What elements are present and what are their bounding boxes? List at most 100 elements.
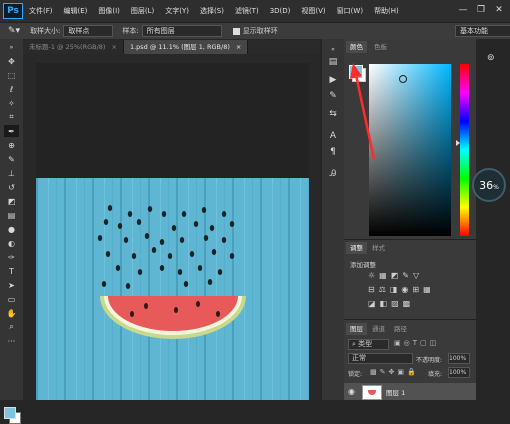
fill-label: 填充: <box>428 371 443 378</box>
show-ring-checkbox[interactable] <box>232 27 240 35</box>
menu-layer[interactable]: 图层(L) <box>131 6 154 16</box>
layer-name: 图层 1 <box>386 389 406 397</box>
opacity-input[interactable]: 100% <box>448 353 470 364</box>
tab-1-psd[interactable]: 1.psd @ 11.1% (图层 1, RGB/8) × <box>123 40 249 54</box>
gradient-tool-icon[interactable]: ▤ <box>4 209 19 221</box>
actions-panel-icon[interactable]: ▶ <box>326 73 340 87</box>
watermelon-illustration <box>36 178 309 400</box>
sample-select[interactable]: 所有图层 <box>141 25 222 37</box>
menu-edit[interactable]: 编辑(E) <box>64 6 88 16</box>
zoom-tool-icon[interactable]: ⌕ <box>4 321 19 333</box>
hand-tool-icon[interactable]: ✋ <box>4 307 19 319</box>
glyphs-panel-icon[interactable]: Ꭿ <box>326 167 340 181</box>
menu-help[interactable]: 帮助(H) <box>374 6 399 16</box>
lasso-tool-icon[interactable]: ℓ <box>4 83 19 95</box>
hue-slider-handle[interactable] <box>456 140 460 146</box>
eraser-tool-icon[interactable]: ◩ <box>4 195 19 207</box>
panel-collapse-icon[interactable]: » <box>4 41 19 53</box>
badge-unit: % <box>493 183 499 191</box>
brush-tool-icon[interactable]: ✎ <box>4 153 19 165</box>
options-bar: ✎▾ 取样大小: 取样点 样本: 所有图层 显示取样环 基本功能 <box>0 22 510 39</box>
rectangle-tool-icon[interactable]: ▭ <box>4 293 19 305</box>
tab-styles[interactable]: 样式 <box>368 242 389 254</box>
watermelon-image[interactable] <box>36 178 309 400</box>
tools-panel: » ✥ ⬚ ℓ ✧ ⌗ ✒ ⊕ ✎ ⊥ ↺ ◩ ▤ ● ◐ ✑ T ➤ ▭ ✋ … <box>0 39 23 424</box>
layer-thumbnail <box>362 385 382 400</box>
character-panel-icon[interactable]: A <box>326 129 340 143</box>
badge-value: 36 <box>479 178 494 192</box>
pen-tool-icon[interactable]: ✑ <box>4 251 19 263</box>
history-panel-icon[interactable]: ▤ <box>326 55 340 69</box>
sample-size-select[interactable]: 取样点 <box>63 25 114 37</box>
hue-slider[interactable] <box>460 64 469 236</box>
close-icon[interactable]: × <box>111 43 116 51</box>
document-canvas-dark[interactable] <box>36 63 309 178</box>
show-ring-label: 显示取样环 <box>242 27 278 35</box>
menu-view[interactable]: 视图(V) <box>301 6 325 16</box>
healing-tool-icon[interactable]: ⊕ <box>4 139 19 151</box>
panel-divider <box>344 239 476 240</box>
glasses-icon[interactable]: ⊚ <box>487 53 495 63</box>
layer-kind-label: 类型 <box>358 340 373 348</box>
right-strip: ⊚ <box>476 39 510 400</box>
tab-adjustments[interactable]: 调整 <box>346 242 367 254</box>
document-tabs: 未标题-1 @ 25%(RGB/8) × 1.psd @ 11.1% (图层 1,… <box>23 40 320 54</box>
tab-label: 未标题-1 @ 25%(RGB/8) <box>29 43 106 51</box>
blend-mode-select[interactable]: 正常 <box>348 353 413 364</box>
stamp-tool-icon[interactable]: ⊥ <box>4 167 19 179</box>
move-tool-icon[interactable]: ✥ <box>4 55 19 67</box>
close-window-button[interactable]: ✕ <box>492 3 506 17</box>
adjustment-icons-row-2[interactable]: ⊟⚖◨◉⊞▦ <box>368 285 435 294</box>
tab-color[interactable]: 颜色 <box>346 41 367 53</box>
foreground-color-swatch[interactable] <box>4 407 16 419</box>
color-field[interactable] <box>369 64 451 236</box>
tab-layers[interactable]: 图层 <box>346 323 367 335</box>
history-brush-icon[interactable]: ↺ <box>4 181 19 193</box>
adjustment-icons-row-1[interactable]: ☼▦◩✎▽ <box>368 271 423 280</box>
marquee-tool-icon[interactable]: ⬚ <box>4 69 19 81</box>
fill-input[interactable]: 100% <box>448 367 470 378</box>
panel-divider <box>344 319 476 320</box>
properties-panel-icon[interactable]: ⇆ <box>326 107 340 121</box>
menu-3d[interactable]: 3D(D) <box>270 7 291 15</box>
opacity-label: 不透明度: <box>416 357 443 364</box>
layer-filter-icons[interactable]: ▣◎T▢◫ <box>394 339 439 347</box>
eyedropper-tool-icon[interactable]: ✒ <box>4 125 19 137</box>
minimize-button[interactable]: — <box>456 3 470 17</box>
crop-tool-icon[interactable]: ⌗ <box>4 111 19 123</box>
paragraph-panel-icon[interactable]: ¶ <box>326 145 340 159</box>
menu-filter[interactable]: 滤镜(T) <box>235 6 259 16</box>
brush-panel-icon[interactable]: ✎ <box>326 89 340 103</box>
sample-label: 样本: <box>122 27 139 35</box>
restore-button[interactable]: ❐ <box>474 3 488 17</box>
tab-swatches[interactable]: 色板 <box>370 41 391 53</box>
layer-row[interactable]: ◉ 图层 1 <box>344 383 476 400</box>
lock-label: 锁定: <box>348 371 363 378</box>
blur-tool-icon[interactable]: ● <box>4 223 19 235</box>
lock-icons[interactable]: ▩✎✥▣🔒 <box>370 368 419 376</box>
menu-window[interactable]: 窗口(W) <box>337 6 363 16</box>
path-select-icon[interactable]: ➤ <box>4 279 19 291</box>
menu-select[interactable]: 选择(S) <box>200 6 224 16</box>
menu-file[interactable]: 文件(F) <box>29 6 53 16</box>
tab-label: 1.psd @ 11.1% (图层 1, RGB/8) <box>129 43 230 51</box>
menu-bar: Ps 文件(F) 编辑(E) 图像(I) 图层(L) 文字(Y) 选择(S) 滤… <box>0 0 510 22</box>
color-picker-cursor[interactable] <box>399 75 407 83</box>
photoshop-logo: Ps <box>3 3 23 19</box>
workspace-select[interactable]: 基本功能 <box>455 25 510 37</box>
close-icon[interactable]: × <box>236 43 241 51</box>
menu-type[interactable]: 文字(Y) <box>165 6 189 16</box>
layer-filter-select[interactable]: ⌕ 类型 <box>348 339 389 350</box>
tab-paths[interactable]: 路径 <box>390 323 411 335</box>
adjustment-icons-row-3[interactable]: ◪◧▨▩ <box>368 299 414 308</box>
more-tools-icon[interactable]: ··· <box>4 335 19 347</box>
eyedropper-preset-icon[interactable]: ✎▾ <box>8 26 20 36</box>
visibility-eye-icon[interactable]: ◉ <box>348 387 355 396</box>
type-tool-icon[interactable]: T <box>4 265 19 277</box>
tab-untitled[interactable]: 未标题-1 @ 25%(RGB/8) × <box>23 40 124 54</box>
menu-image[interactable]: 图像(I) <box>98 6 120 16</box>
red-arrow-annotation <box>350 63 376 160</box>
quick-select-tool-icon[interactable]: ✧ <box>4 97 19 109</box>
dodge-tool-icon[interactable]: ◐ <box>4 237 19 249</box>
tab-channels[interactable]: 通道 <box>368 323 389 335</box>
